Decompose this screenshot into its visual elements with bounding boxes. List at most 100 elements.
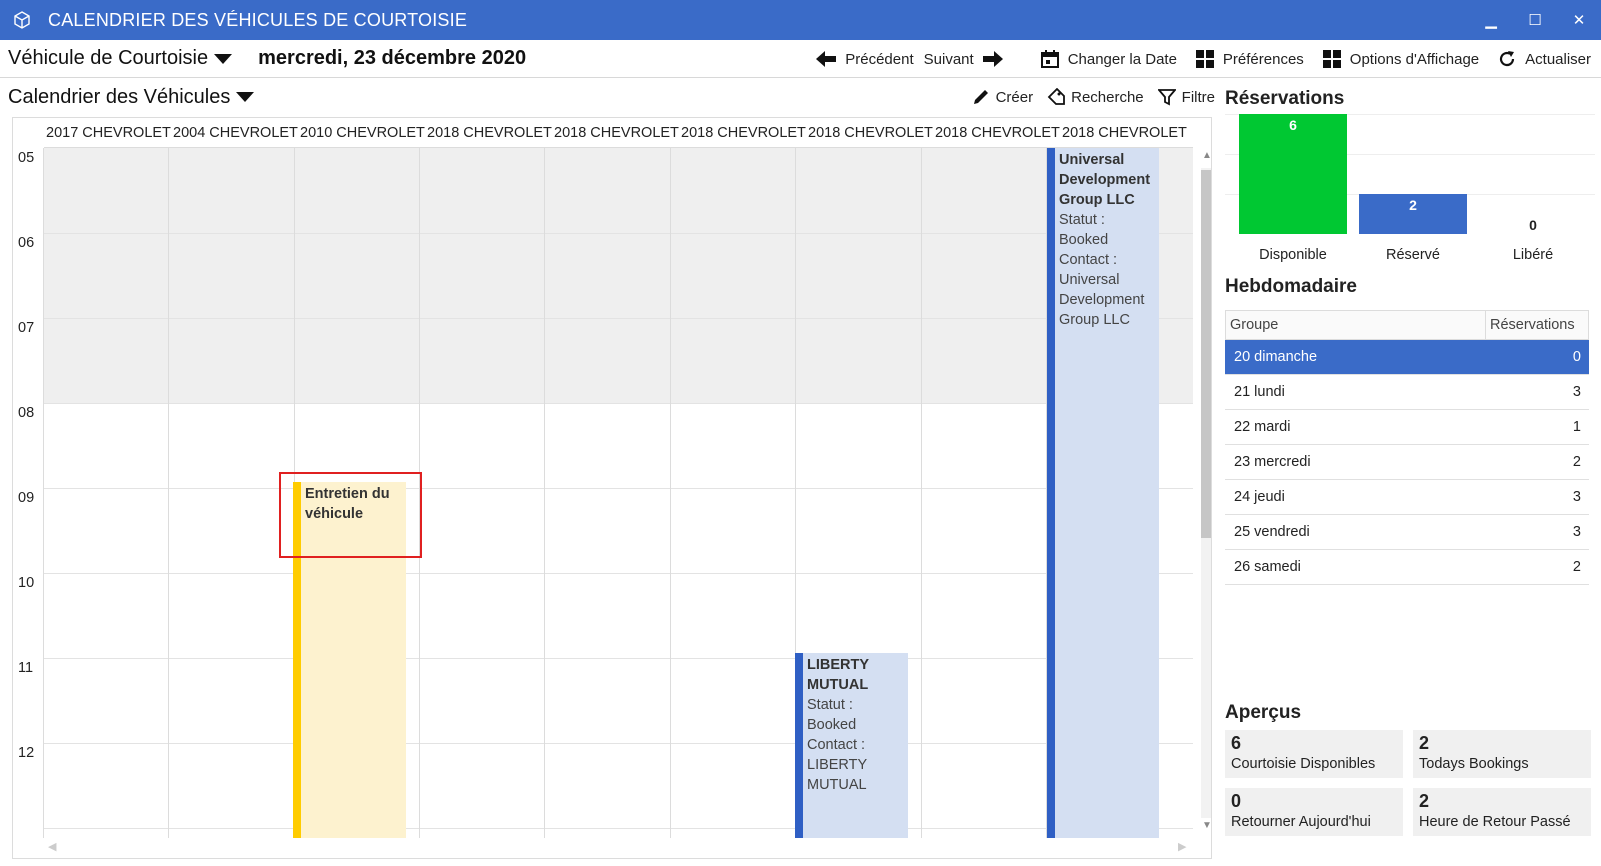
table-row[interactable]: 26 samedi 2 xyxy=(1225,550,1589,585)
search-button[interactable]: Recherche xyxy=(1047,88,1144,106)
count-cell: 0 xyxy=(1572,349,1581,365)
vehicle-column-header[interactable]: 2010 CHEVROLET IMPALA xyxy=(298,118,425,148)
minimize-button[interactable]: ▁ xyxy=(1469,0,1513,40)
weekly-table-header: Groupe Réservations xyxy=(1225,310,1589,340)
table-row[interactable]: 25 vendredi 3 xyxy=(1225,515,1589,550)
hour-divider xyxy=(44,233,1193,234)
event-customer-name: Universal Development Group LLC xyxy=(1059,152,1151,208)
next-label: Suivant xyxy=(923,50,974,68)
cube-icon xyxy=(10,8,34,32)
create-button[interactable]: Créer xyxy=(972,88,1034,106)
change-date-label: Changer la Date xyxy=(1067,50,1177,68)
change-date-button[interactable]: Changer la Date xyxy=(1040,49,1177,69)
overview-card[interactable]: 6 Courtoisie Disponibles xyxy=(1225,730,1403,778)
create-label: Créer xyxy=(995,88,1034,106)
vehicle-column-header[interactable]: 2018 CHEVROLET EQUINOX xyxy=(933,118,1060,148)
vehicle-type-label: Véhicule de Courtoisie xyxy=(8,47,209,69)
overview-label: Heure de Retour Passé xyxy=(1419,814,1571,830)
overview-value: 2 xyxy=(1419,791,1430,811)
calendar-title: Calendrier des Véhicules xyxy=(8,85,231,108)
event-status-bar xyxy=(1047,148,1055,838)
vehicle-column-header[interactable]: 2018 CHEVROLET SILVERADO xyxy=(425,118,552,148)
horizontal-scrollbar[interactable]: ◀ ▶ xyxy=(44,840,1194,858)
overview-value: 0 xyxy=(1231,791,1242,811)
table-row[interactable]: 21 lundi 3 xyxy=(1225,375,1589,410)
event-contact-label: Contact : xyxy=(1059,252,1118,268)
scroll-up-icon[interactable]: ▲ xyxy=(1201,150,1211,161)
hour-label: 06 xyxy=(18,235,35,251)
vehicle-column-header[interactable]: 2004 CHEVROLET IMPALA xyxy=(171,118,298,148)
calendar-icon xyxy=(1040,50,1059,68)
display-options-label: Options d'Affichage xyxy=(1349,50,1480,68)
day-cell: 23 mercredi xyxy=(1234,454,1311,470)
vehicle-column-header[interactable]: 2017 CHEVROLET SILVERADO xyxy=(44,118,171,148)
day-cell: 20 dimanche xyxy=(1234,349,1318,365)
vertical-scrollbar[interactable]: ▲ ▼ xyxy=(1199,148,1211,838)
refresh-icon xyxy=(1500,51,1515,67)
hour-divider xyxy=(44,658,1193,659)
calendar-header: Calendrier des Véhicules Créer Recherche… xyxy=(0,78,1225,116)
scroll-thumb[interactable] xyxy=(1201,170,1211,538)
chart-value-label: 6 xyxy=(1289,117,1297,133)
title-bar: CALENDRIER DES VÉHICULES DE COURTOISIE ▁… xyxy=(0,0,1601,40)
main-toolbar: Véhicule de Courtoisie mercredi, 23 déce… xyxy=(0,40,1601,78)
table-row[interactable]: 24 jeudi 3 xyxy=(1225,480,1589,515)
search-label: Recherche xyxy=(1071,88,1144,106)
display-options-button[interactable]: Options d'Affichage xyxy=(1322,49,1479,69)
hour-divider xyxy=(44,403,1193,404)
vehicle-column-header[interactable]: 2018 CHEVROLET TRAX xyxy=(806,118,933,148)
refresh-button[interactable]: Actualiser xyxy=(1497,49,1591,69)
vehicle-column-header[interactable]: 2018 CHEVROLET SILVERADO xyxy=(679,118,806,148)
table-row[interactable]: 23 mercredi 2 xyxy=(1225,445,1589,480)
column-divider xyxy=(168,148,169,838)
overview-label: Todays Bookings xyxy=(1419,756,1529,772)
overview-card[interactable]: 2 Todays Bookings xyxy=(1413,730,1591,778)
filter-icon xyxy=(1157,89,1176,106)
filter-button[interactable]: Filtre xyxy=(1157,88,1215,106)
overview-label: Retourner Aujourd'hui xyxy=(1231,814,1371,830)
event-status: Statut : Booked xyxy=(807,697,857,733)
scroll-left-icon[interactable]: ◀ xyxy=(48,840,56,853)
day-cell: 26 samedi xyxy=(1234,559,1301,575)
overview-card[interactable]: 2 Heure de Retour Passé xyxy=(1413,788,1591,836)
maximize-button[interactable]: ☐ xyxy=(1513,0,1557,40)
booking-event[interactable]: Universal Development Group LLC Statut :… xyxy=(1047,148,1159,838)
event-customer-name: LIBERTY MUTUAL xyxy=(807,657,869,693)
column-header-reservations[interactable]: Réservations xyxy=(1486,311,1588,339)
column-divider xyxy=(544,148,545,838)
hour-divider xyxy=(44,488,1193,489)
calendar-view-dropdown[interactable]: Calendrier des Véhicules xyxy=(8,85,255,109)
scroll-right-icon[interactable]: ▶ xyxy=(1178,840,1186,853)
overview-value: 6 xyxy=(1231,733,1242,753)
vehicle-column-header[interactable]: 2018 CHEVROLET SILVERADO xyxy=(1060,118,1187,148)
preferences-button[interactable]: Préférences xyxy=(1195,49,1304,69)
vehicle-column-header[interactable]: 2018 CHEVROLET EQUINOX xyxy=(552,118,679,148)
hour-label: 10 xyxy=(18,575,35,591)
next-button[interactable]: Suivant xyxy=(924,50,1012,68)
vehicle-type-dropdown[interactable]: Véhicule de Courtoisie xyxy=(8,47,233,70)
chart-category-label: Réservé xyxy=(1386,247,1440,263)
event-status: Statut : Booked xyxy=(1059,212,1109,248)
overview-title: Aperçus xyxy=(1225,702,1302,723)
scroll-down-icon[interactable]: ▼ xyxy=(1201,820,1211,831)
calendar-time-slots[interactable]: Universal Development Group LLC Statut :… xyxy=(44,148,1193,838)
time-gutter: 05 06 07 08 09 10 11 12 xyxy=(13,148,44,838)
column-header-group[interactable]: Groupe xyxy=(1226,311,1486,339)
table-row[interactable]: 22 mardi 1 xyxy=(1225,410,1589,445)
table-row[interactable]: 20 dimanche 0 xyxy=(1225,340,1589,375)
hour-label: 05 xyxy=(18,150,35,166)
close-button[interactable]: ✕ xyxy=(1557,0,1601,40)
selection-highlight xyxy=(279,472,422,558)
hour-divider xyxy=(44,573,1193,574)
overview-card[interactable]: 0 Retourner Aujourd'hui xyxy=(1225,788,1403,836)
hour-divider xyxy=(44,318,1193,319)
chart-value-label: 0 xyxy=(1529,217,1537,233)
current-date: mercredi, 23 décembre 2020 xyxy=(258,47,527,69)
overview-value: 2 xyxy=(1419,733,1430,753)
booking-event[interactable]: LIBERTY MUTUAL Statut : Booked Contact :… xyxy=(795,653,908,838)
previous-button[interactable]: Précédent xyxy=(815,50,914,68)
chart-category-label: Disponible xyxy=(1259,247,1327,263)
chart-value-label: 2 xyxy=(1409,197,1417,213)
event-status-bar xyxy=(795,653,803,838)
day-cell: 22 mardi xyxy=(1234,419,1291,435)
